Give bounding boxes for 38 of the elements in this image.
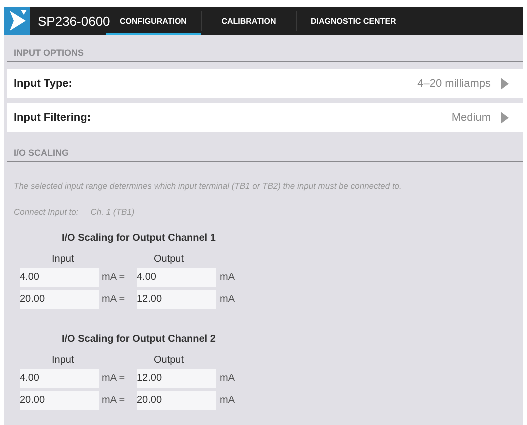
unit-label: mA xyxy=(219,272,235,283)
connect-label: Connect Input to: xyxy=(14,207,79,217)
input-field[interactable]: 20.00 xyxy=(20,391,99,410)
input-field[interactable]: 20.00 xyxy=(20,290,99,309)
input-field[interactable]: 12.00 xyxy=(137,369,216,388)
chevron-right-icon xyxy=(501,78,509,90)
unit-label: mA = xyxy=(101,294,126,305)
option-row[interactable]: Input Filtering: Medium xyxy=(7,103,523,132)
column-label: Output xyxy=(154,254,184,265)
option-value: Medium xyxy=(452,112,491,124)
connect-value: Ch. 1 (TB1) xyxy=(90,207,135,217)
tab[interactable]: DIAGNOSTIC CENTER xyxy=(296,7,410,35)
channel-title: I/O Scaling for Output Channel 2 xyxy=(61,334,217,345)
option-label: Input Filtering: xyxy=(14,112,92,124)
section-heading: I/O SCALING xyxy=(7,148,523,162)
column-label: Output xyxy=(154,355,184,366)
input-field[interactable]: 4.00 xyxy=(137,268,216,287)
chevron-right-icon xyxy=(501,112,509,124)
option-row[interactable]: Input Type: 4–20 milliamps xyxy=(7,69,523,98)
section-heading: INPUT OPTIONS xyxy=(7,48,523,62)
unit-label: mA xyxy=(219,294,235,305)
unit-label: mA = xyxy=(101,395,126,406)
unit-label: mA = xyxy=(101,373,126,384)
unit-label: mA xyxy=(219,373,235,384)
input-field[interactable]: 20.00 xyxy=(137,391,216,410)
logo-icon xyxy=(4,7,30,35)
unit-label: mA xyxy=(219,395,235,406)
unit-label: mA = xyxy=(101,272,126,283)
column-label: Input xyxy=(51,355,76,366)
tab[interactable]: CALIBRATION xyxy=(202,7,296,35)
option-value: 4–20 milliamps xyxy=(418,78,491,90)
column-label: Input xyxy=(51,254,76,265)
info-text: The selected input range determines which input terminal (TB1 or TB2) the input must be connected to. xyxy=(13,180,403,191)
option-label: Input Type: xyxy=(14,78,74,90)
input-field[interactable]: 4.00 xyxy=(20,369,99,388)
input-field[interactable]: 12.00 xyxy=(137,290,216,309)
channel-title: I/O Scaling for Output Channel 1 xyxy=(61,233,217,244)
input-field[interactable]: 4.00 xyxy=(20,268,99,287)
